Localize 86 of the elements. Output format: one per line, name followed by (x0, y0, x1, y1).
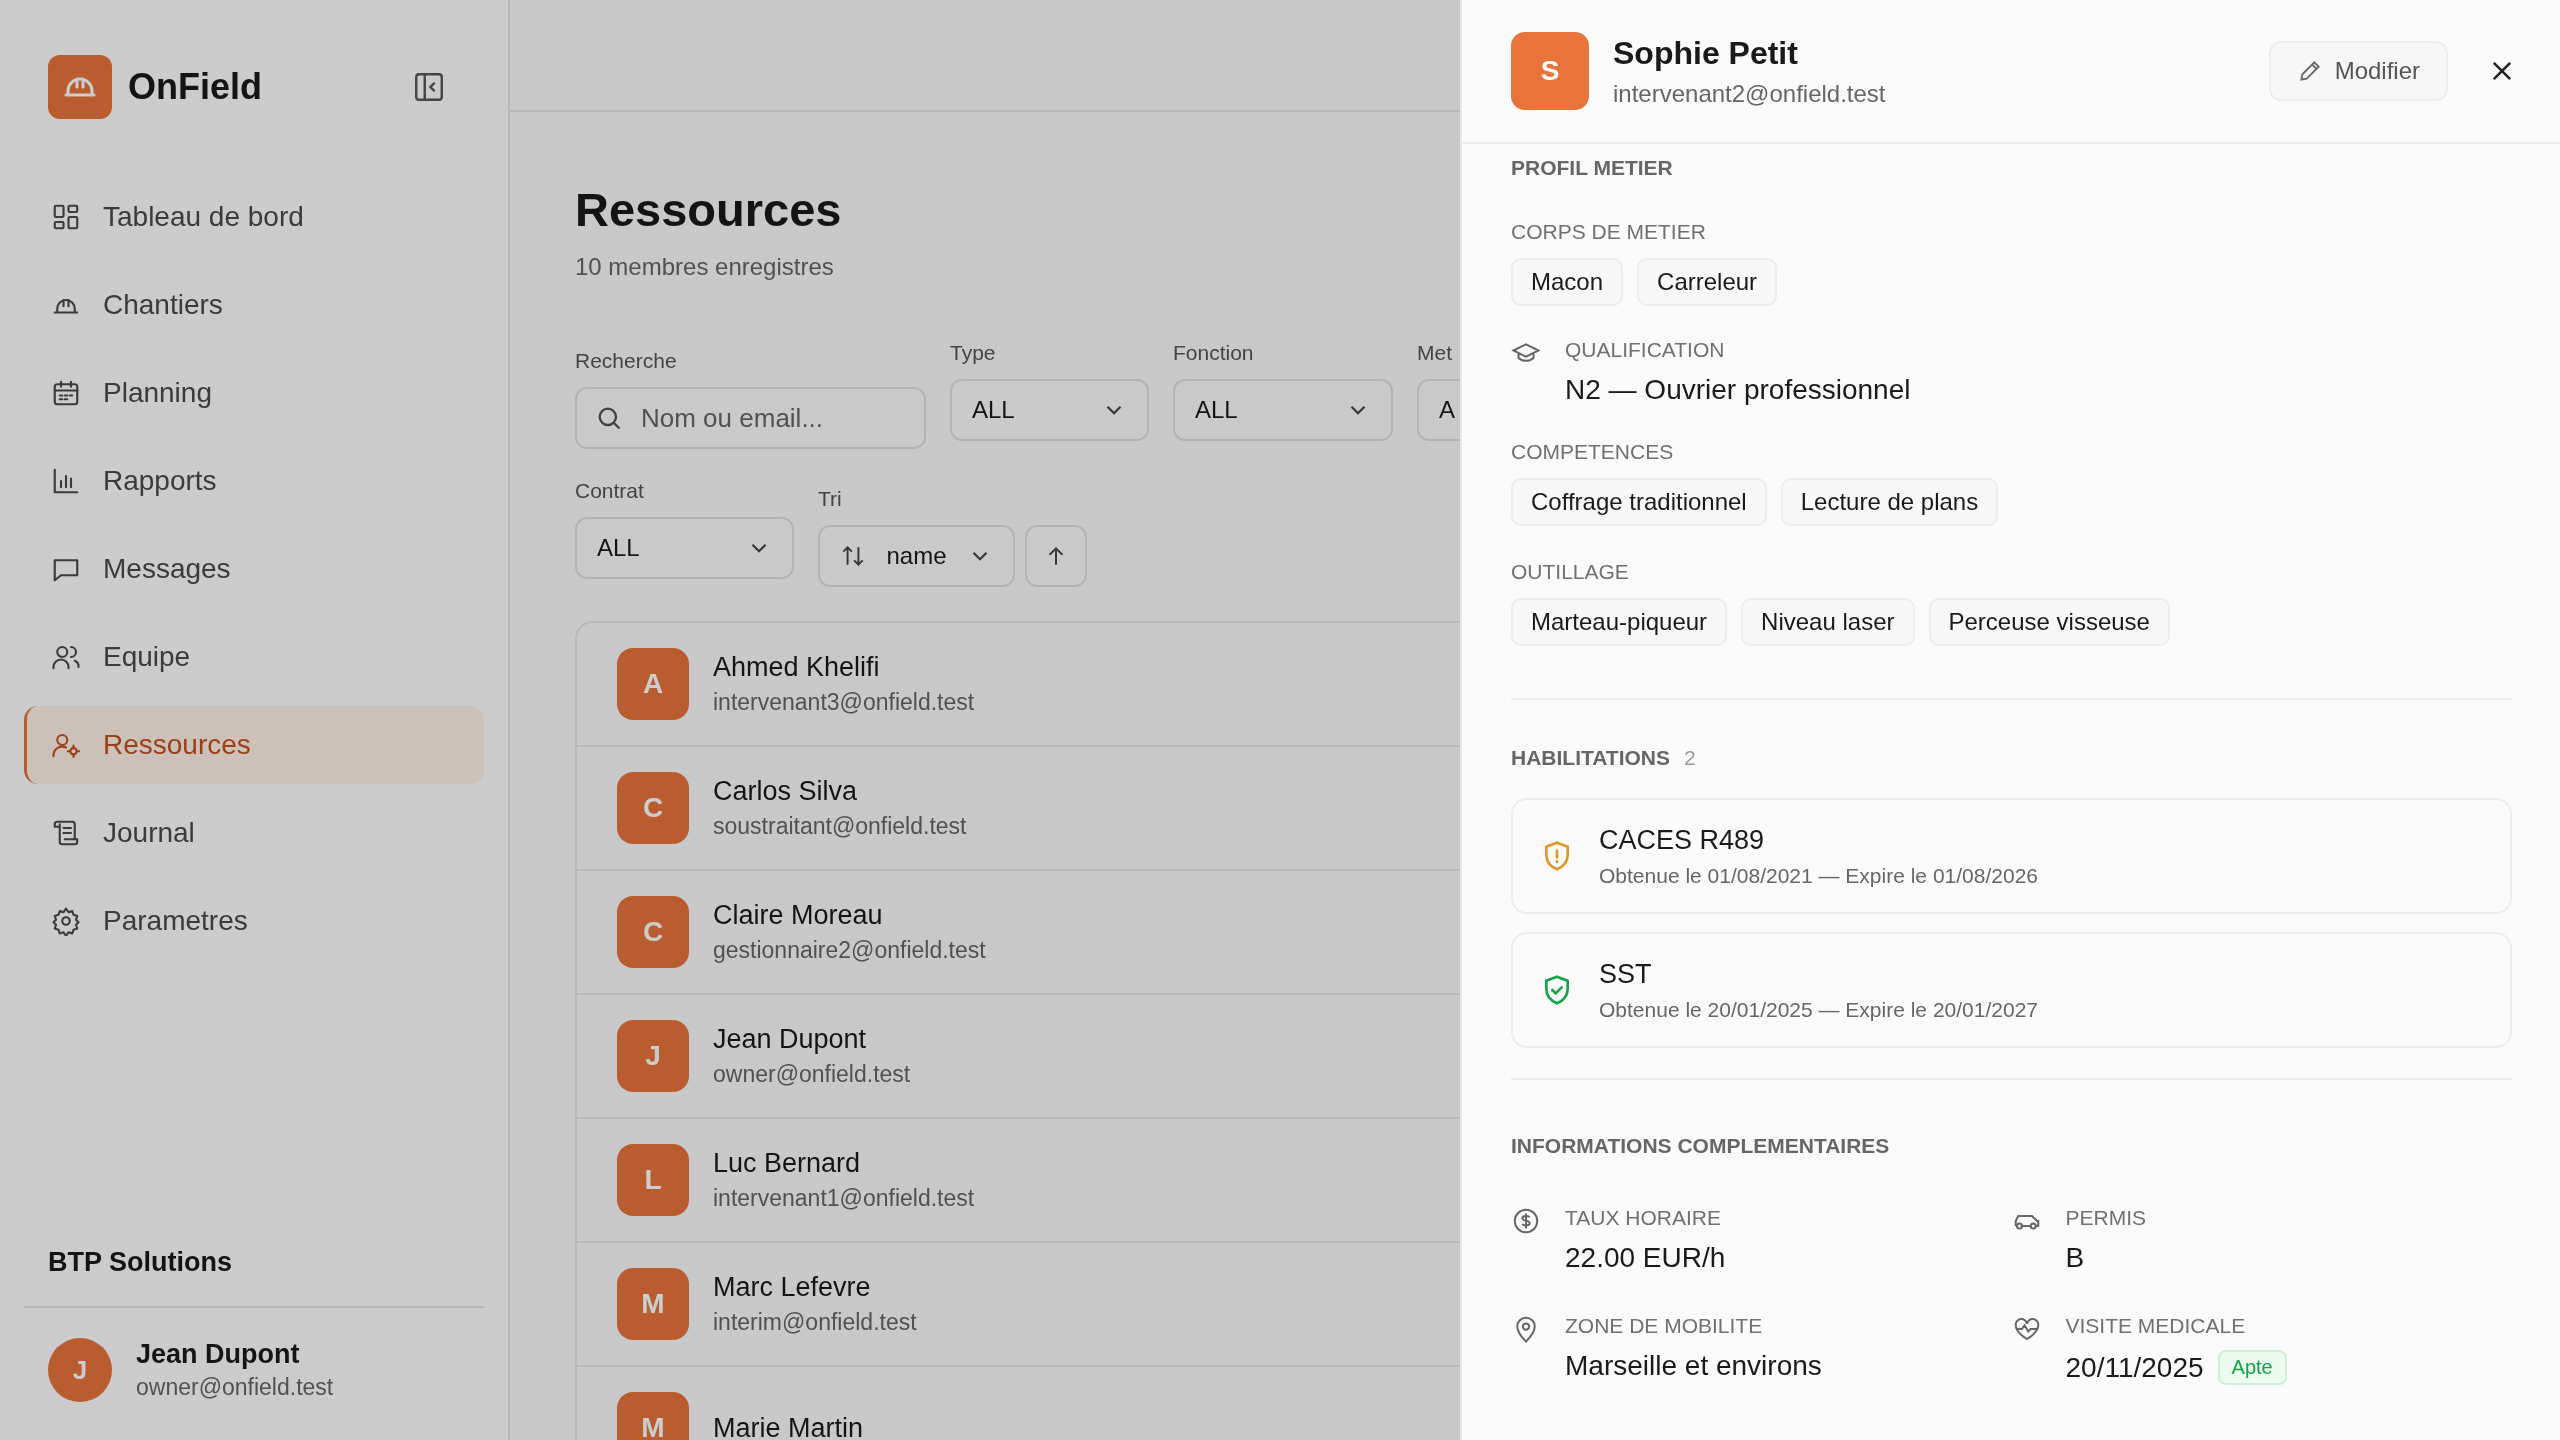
member-name: Carlos Silva (713, 776, 859, 807)
nav-item[interactable]: Journal (24, 794, 484, 872)
nav-item[interactable]: Chantiers (24, 266, 484, 344)
member-avatar: A (617, 648, 689, 720)
settings-icon (51, 906, 81, 936)
member-avatar: M (617, 1268, 689, 1340)
field-label: Tri (818, 487, 842, 511)
member-name: Claire Moreau (713, 900, 884, 931)
nav-item[interactable]: Planning (24, 354, 484, 432)
section-title: PROFIL METIER (1511, 156, 1674, 180)
select-field[interactable]: ALL (950, 379, 1149, 441)
tag: Lecture de plans (1780, 478, 1999, 526)
user-avatar: J (48, 1338, 112, 1402)
calendar-icon (51, 378, 81, 408)
page-title: Ressources (575, 182, 842, 237)
nav-item[interactable]: Ressources (24, 706, 484, 784)
field-label: PERMIS (2065, 1206, 2146, 1230)
member-email: gestionnaire2@onfield.test (713, 937, 986, 964)
sort-icon (840, 543, 866, 569)
tag: Macon (1511, 258, 1624, 306)
app-name: OnField (128, 66, 263, 108)
field-label: OUTILLAGE (1511, 560, 1630, 584)
member-name: Ahmed Khelifi (713, 652, 881, 683)
field-label: VISITE MEDICALE (2065, 1314, 2247, 1338)
edit-button[interactable]: Modifier (2268, 41, 2448, 101)
field-label: Fonction (1173, 341, 1254, 365)
nav-item[interactable]: Equipe (24, 618, 484, 696)
sort-select[interactable]: name (818, 525, 1015, 587)
count: 2 (1684, 746, 1696, 770)
section-title: INFORMATIONS COMPLEMENTAIRES (1511, 1134, 1891, 1158)
field-label: QUALIFICATION (1565, 338, 1726, 362)
member-name: Luc Bernard (713, 1148, 862, 1179)
sidebar-collapse-icon[interactable] (412, 70, 446, 104)
member-avatar: C (617, 772, 689, 844)
member-email: intervenant1@onfield.test (713, 1185, 975, 1212)
nav-item[interactable]: Parametres (24, 882, 484, 960)
field-value: 22.00 EUR/h (1565, 1242, 1726, 1274)
field-label: Recherche (575, 349, 677, 373)
field-value: 20/11/2025 (2065, 1351, 2204, 1384)
company-name: BTP Solutions (24, 1247, 484, 1308)
field-label: CORPS DE METIER (1511, 220, 1707, 244)
member-avatar: L (617, 1144, 689, 1216)
bar-chart-icon (51, 466, 81, 496)
profile-email: intervenant2@onfield.test (1613, 79, 1887, 108)
user-email: owner@onfield.test (136, 1374, 334, 1401)
hard-hat-logo (48, 55, 112, 119)
field-label: ZONE DE MOBILITE (1565, 1314, 1764, 1338)
status-badge: Apte (2217, 1350, 2287, 1385)
select-field[interactable]: ALL (1173, 379, 1393, 441)
scroll-icon (51, 818, 81, 848)
profile-name: Sophie Petit (1613, 34, 1799, 72)
nav-item[interactable]: Rapports (24, 442, 484, 520)
nav-item[interactable]: Messages (24, 530, 484, 608)
member-avatar: J (617, 1020, 689, 1092)
member-email: soustraitant@onfield.test (713, 813, 967, 840)
field-label: Type (950, 341, 996, 365)
certification-name: SST (1599, 958, 1653, 990)
profile-avatar: S (1511, 32, 1589, 110)
user-name: Jean Dupont (136, 1339, 301, 1370)
section-title: HABILITATIONS (1511, 746, 1671, 770)
member-email: owner@onfield.test (713, 1061, 911, 1088)
member-avatar: C (617, 896, 689, 968)
member-name: Marc Lefevre (713, 1272, 872, 1303)
tag: Marteau-piqueur (1511, 598, 1728, 646)
tag: Carreleur (1637, 258, 1778, 306)
select-field[interactable]: ALL (575, 517, 794, 579)
field-value: B (2065, 1242, 2085, 1274)
tag: Niveau laser (1741, 598, 1915, 646)
field-value: N2 — Ouvrier professionnel (1565, 374, 1911, 406)
certification-name: CACES R489 (1599, 824, 1766, 856)
search-field[interactable]: Nom ou email... (575, 387, 926, 449)
member-email: interim@onfield.test (713, 1309, 917, 1336)
field-label: TAUX HORAIRE (1565, 1206, 1722, 1230)
tag: Coffrage traditionnel (1511, 478, 1767, 526)
field-label: Contrat (575, 479, 644, 503)
member-name: Jean Dupont (713, 1024, 868, 1055)
member-email: intervenant3@onfield.test (713, 689, 975, 716)
field-label: COMPETENCES (1511, 440, 1675, 464)
member-name: Marie Martin (713, 1412, 864, 1440)
nav-item[interactable]: Tableau de bord (24, 178, 484, 256)
grid-icon (51, 202, 81, 232)
dollar-icon (1511, 1206, 1541, 1236)
page-subtitle: 10 membres enregistres (575, 253, 835, 281)
field-label: Met (1417, 341, 1452, 365)
tag: Perceuse visseuse (1928, 598, 2170, 646)
member-avatar: M (617, 1392, 689, 1440)
